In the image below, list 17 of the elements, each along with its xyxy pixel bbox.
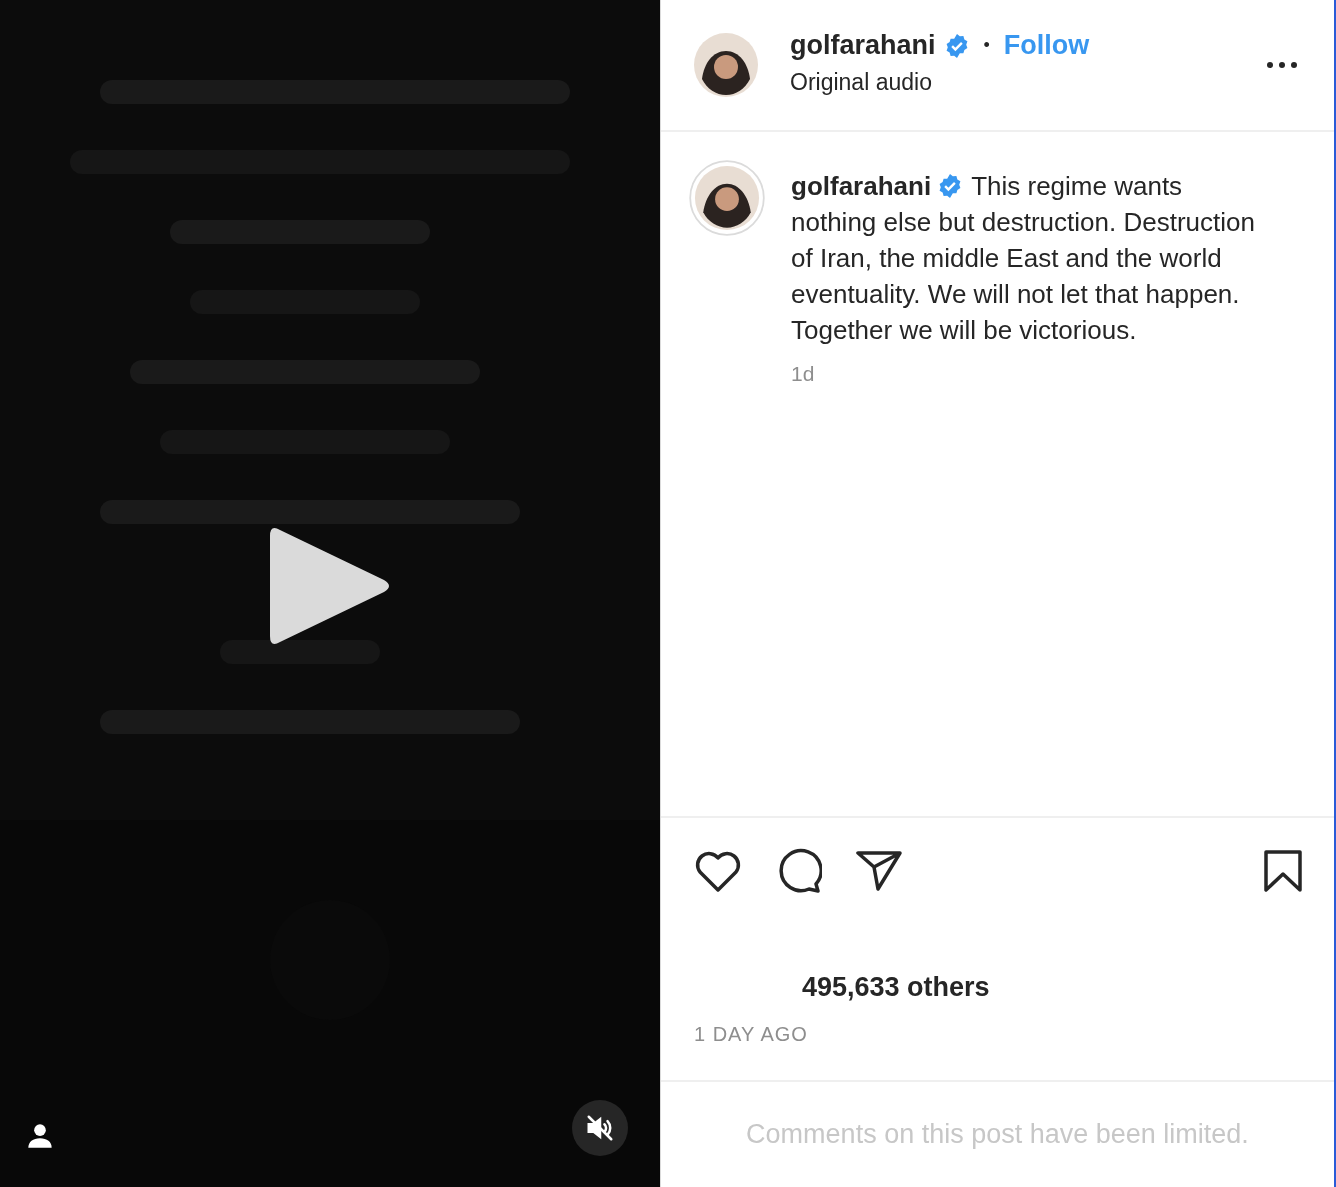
separator-dot: • xyxy=(983,35,990,56)
avatar[interactable] xyxy=(694,33,758,97)
tagged-user-button[interactable] xyxy=(26,1122,54,1150)
caption-text: golfarahani This regime wants nothing else but destruction. Destruction of Iran, the middle East and the world eventuality. We will not let that happen. Together we will be victorious. xyxy=(791,170,1256,347)
likes-count[interactable]: 495,633 others xyxy=(802,972,1302,1003)
avatar[interactable] xyxy=(689,160,765,236)
post-date: 1 DAY AGO xyxy=(694,1023,809,1046)
username[interactable]: golfarahani xyxy=(790,30,936,61)
like-button[interactable] xyxy=(694,849,742,893)
comment-button[interactable] xyxy=(776,848,822,894)
muted-speaker-icon xyxy=(585,1113,615,1143)
post-time: 1d xyxy=(791,362,816,386)
audio-label[interactable]: Original audio xyxy=(790,69,1230,96)
share-button[interactable] xyxy=(856,850,902,892)
more-icon xyxy=(1266,61,1298,69)
bookmark-button[interactable] xyxy=(1264,850,1302,892)
comments-limited-notice: Comments on this post have been limited. xyxy=(746,1119,1249,1150)
